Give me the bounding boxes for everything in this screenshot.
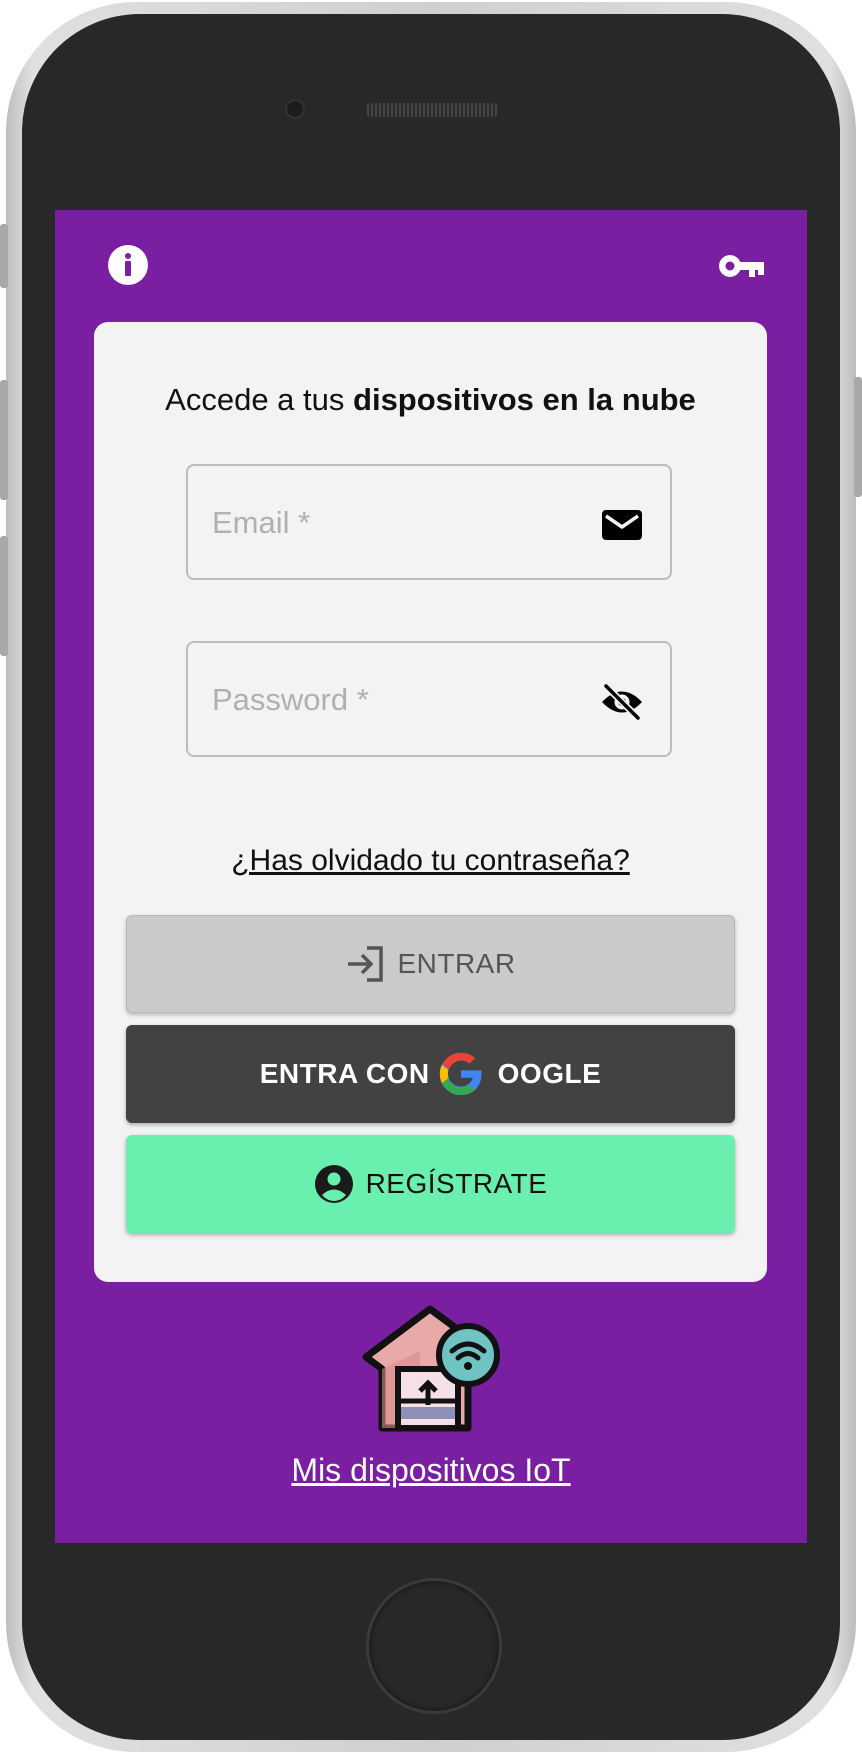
google-login-button[interactable]: ENTRA CON OOGLE xyxy=(126,1025,735,1123)
power-button xyxy=(854,377,862,497)
google-label-after: OOGLE xyxy=(497,1058,602,1089)
login-heading: Accede a tus dispositivos en la nube xyxy=(94,382,767,418)
volume-up-button xyxy=(0,380,8,500)
info-icon[interactable] xyxy=(107,244,149,286)
forgot-password-link[interactable]: ¿Has olvidado tu contraseña? xyxy=(94,844,767,878)
volume-down-button xyxy=(0,536,8,656)
mute-switch xyxy=(0,224,8,288)
mail-icon xyxy=(602,510,642,540)
login-card: Accede a tus dispositivos en la nube ¿Ha… xyxy=(94,322,767,1282)
register-button-label: REGÍSTRATE xyxy=(365,1168,548,1199)
password-field[interactable] xyxy=(186,641,672,757)
login-button[interactable]: ENTRAR xyxy=(126,915,735,1013)
heading-text: Accede a tus xyxy=(165,382,354,417)
register-button[interactable]: REGÍSTRATE xyxy=(126,1135,735,1233)
password-input[interactable] xyxy=(210,643,594,757)
email-field[interactable] xyxy=(186,464,672,580)
my-iot-devices-link[interactable]: Mis dispositivos IoT xyxy=(55,1452,807,1489)
heading-bold-text: dispositivos en la nube xyxy=(353,382,696,417)
account-circle-icon xyxy=(314,1165,353,1203)
google-label-before: ENTRA CON xyxy=(259,1058,430,1089)
google-button-label: ENTRA CON OOGLE xyxy=(260,1049,602,1099)
key-icon[interactable] xyxy=(717,246,765,286)
google-g-icon xyxy=(439,1052,482,1096)
front-camera xyxy=(287,101,303,117)
earpiece-speaker xyxy=(365,103,499,117)
email-input[interactable] xyxy=(210,466,594,580)
eye-off-icon[interactable] xyxy=(600,683,644,721)
login-button-label: ENTRAR xyxy=(397,948,516,979)
app-screen: Accede a tus dispositivos en la nube ¿Ha… xyxy=(55,210,807,1543)
login-icon xyxy=(348,946,384,982)
home-button[interactable] xyxy=(366,1578,502,1714)
smart-home-wifi-icon xyxy=(362,1305,500,1432)
